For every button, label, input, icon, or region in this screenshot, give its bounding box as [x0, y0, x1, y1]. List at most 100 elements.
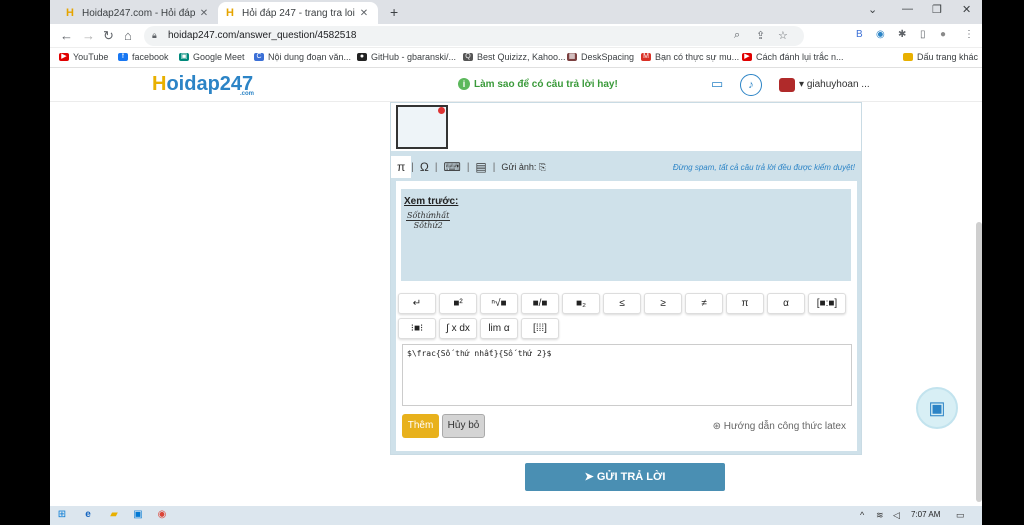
- chrome-icon[interactable]: ◉: [156, 509, 168, 521]
- edge-browser-icon[interactable]: e: [82, 509, 94, 521]
- minimize-icon[interactable]: —: [902, 3, 913, 15]
- paperclip-icon: ⎘: [538, 161, 547, 172]
- browser-toolbar: ← → ↻ ⌂ 🔒︎ hoidap247.com/answer_question…: [50, 24, 982, 48]
- latex-input[interactable]: $\frac{Số thứ nhất}{Số thứ 2}$: [402, 344, 852, 406]
- bookmark-gmail[interactable]: M Bạn có thực sự mu...: [641, 52, 739, 62]
- attached-image-thumbnail[interactable]: [396, 105, 448, 149]
- meet-icon: ▣: [179, 53, 189, 61]
- answer-editor-card: π | Ω | ⌨ | ▤ | Gửi ảnh: ⎘ Đừng spam, tấ…: [390, 102, 862, 455]
- bookmark-cach-danh-lui[interactable]: ▶ Cách đánh lụi trắc n...: [742, 52, 844, 62]
- new-tab-icon[interactable]: +: [390, 4, 398, 20]
- main-content: π | Ω | ⌨ | ▤ | Gửi ảnh: ⎘ Đừng spam, tấ…: [50, 102, 982, 507]
- user-avatar[interactable]: [779, 78, 795, 92]
- restore-icon[interactable]: ❐: [932, 3, 942, 16]
- reload-icon[interactable]: ↻: [103, 28, 114, 44]
- send-image-button[interactable]: Gửi ảnh: ⎘: [501, 162, 546, 173]
- file-explorer-icon[interactable]: ▰: [108, 509, 120, 521]
- bookmark-deskspacing[interactable]: ▦ DeskSpacing: [567, 52, 634, 62]
- bookmark-github[interactable]: ● GitHub - gbaranski/...: [357, 52, 456, 62]
- bookmark-noi-dung[interactable]: C Nội dung đoạn văn...: [254, 52, 351, 62]
- tab-label: Hoidap247.com - Hỏi đáp bài tập: [82, 7, 198, 19]
- letterbox-left: [0, 0, 50, 525]
- folder-icon: [903, 53, 913, 61]
- notification-center-icon[interactable]: ▭: [956, 510, 965, 521]
- extension-circle-icon[interactable]: ◉: [876, 29, 885, 40]
- key-subscript[interactable]: ■₂: [562, 293, 600, 314]
- bookmark-google-meet[interactable]: ▣ Google Meet: [179, 52, 245, 62]
- volume-icon[interactable]: ◁: [893, 510, 900, 521]
- guide-label: Hướng dẫn công thức latex: [723, 421, 846, 432]
- floating-helper-icon[interactable]: ▣: [916, 387, 958, 429]
- tab-search-icon[interactable]: ⌄: [868, 3, 877, 16]
- key-greater-equal[interactable]: ≥: [644, 293, 682, 314]
- share-icon[interactable]: ⇪: [756, 29, 765, 42]
- taskbar-clock[interactable]: 7:07 AM: [911, 510, 940, 519]
- math-pi-tool-icon[interactable]: π: [391, 156, 412, 178]
- key-system-brace[interactable]: [■:■]: [808, 293, 846, 314]
- deskspacing-icon: ▦: [567, 53, 577, 61]
- windows-start-icon[interactable]: ⊞: [56, 509, 68, 521]
- key-integral[interactable]: ∫ x dx: [439, 318, 477, 339]
- bookmark-star-icon[interactable]: ☆: [778, 29, 788, 42]
- facebook-icon: f: [118, 53, 128, 61]
- back-icon[interactable]: ←: [60, 28, 73, 43]
- address-bar[interactable]: 🔒︎ hoidap247.com/answer_question/4582518…: [144, 26, 804, 46]
- latex-guide-link[interactable]: ⊛ Hướng dẫn công thức latex: [713, 421, 846, 432]
- key-less-equal[interactable]: ≤: [603, 293, 641, 314]
- lock-icon[interactable]: 🔒︎: [152, 30, 157, 41]
- tray-chevron-up-icon[interactable]: ^: [860, 510, 864, 520]
- key-nth-root[interactable]: ⁿ√■: [480, 293, 518, 314]
- key-not-equal[interactable]: ≠: [685, 293, 723, 314]
- keyboard-tool-icon[interactable]: ⌨: [437, 160, 466, 174]
- chart-tool-icon[interactable]: ▤: [469, 160, 492, 174]
- profile-avatar-icon[interactable]: ●: [940, 29, 946, 40]
- letterbox-right: [982, 0, 1024, 525]
- close-tab-icon[interactable]: ✕: [198, 8, 210, 19]
- side-panel-icon[interactable]: ▯: [920, 29, 926, 40]
- remove-image-icon[interactable]: [438, 107, 445, 114]
- url-text: hoidap247.com/answer_question/4582518: [168, 30, 357, 41]
- key-pi[interactable]: π: [726, 293, 764, 314]
- bookmark-label: facebook: [132, 52, 169, 62]
- preview-fraction: Sốthứnhất Sốthứ2: [406, 211, 451, 230]
- user-menu[interactable]: ▾ giahuyhoan ...: [799, 79, 870, 90]
- key-matrix-dots[interactable]: ⁝■⁝: [398, 318, 436, 339]
- add-button[interactable]: Thêm: [402, 414, 439, 438]
- store-icon[interactable]: ▣: [132, 509, 144, 521]
- bookmark-quizizz[interactable]: Q Best Quizizz, Kahoo...: [463, 52, 566, 62]
- bookmark-facebook[interactable]: f facebook: [118, 52, 169, 62]
- extension-b-icon[interactable]: B: [856, 29, 863, 40]
- key-fraction[interactable]: ■/■: [521, 293, 559, 314]
- answer-tip-link[interactable]: i Làm sao để có câu trả lời hay!: [458, 78, 618, 90]
- extensions-puzzle-icon[interactable]: ✱: [898, 29, 906, 40]
- notification-bell-icon[interactable]: ♪: [740, 74, 762, 96]
- key-matrix[interactable]: [⁞⁞⁞]: [521, 318, 559, 339]
- chat-icon[interactable]: ▭: [711, 76, 723, 92]
- forward-icon[interactable]: →: [82, 28, 95, 43]
- github-icon: ●: [357, 53, 367, 61]
- network-icon[interactable]: ≋: [876, 510, 884, 521]
- tab-answer-page[interactable]: H Hỏi đáp 247 - trang tra loi ✕: [218, 2, 378, 24]
- browser-menu-icon[interactable]: ⋮: [964, 29, 974, 40]
- submit-answer-button[interactable]: ➤ GỬI TRẢ LỜI: [525, 463, 725, 491]
- bookmark-youtube[interactable]: ▶ YouTube: [59, 52, 108, 62]
- key-superscript[interactable]: ■²: [439, 293, 477, 314]
- omega-symbol-tool-icon[interactable]: Ω: [414, 160, 435, 174]
- close-window-icon[interactable]: ✕: [962, 3, 971, 16]
- bookmark-other-folder[interactable]: Dấu trang khác: [903, 52, 978, 62]
- username: giahuyhoan ...: [806, 79, 870, 90]
- home-icon[interactable]: ⌂: [124, 28, 132, 43]
- bookmark-label: YouTube: [73, 52, 109, 62]
- tab-hoidap-home[interactable]: H Hoidap247.com - Hỏi đáp bài tập ✕: [58, 2, 218, 24]
- zoom-icon[interactable]: ⌕: [734, 29, 740, 42]
- formula-preview: Xem trước: Sốthứnhất Sốthứ2: [401, 189, 851, 281]
- key-limit[interactable]: lim α: [480, 318, 518, 339]
- key-newline[interactable]: ↵: [398, 293, 436, 314]
- key-alpha[interactable]: α: [767, 293, 805, 314]
- submit-label: GỬI TRẢ LỜI: [596, 471, 666, 483]
- youtube-icon: ▶: [59, 53, 69, 61]
- close-tab-icon[interactable]: ✕: [358, 8, 370, 19]
- cancel-button[interactable]: Hủy bỏ: [442, 414, 485, 438]
- site-logo[interactable]: Hoidap247 .com: [152, 73, 255, 97]
- logo-suffix: .com: [240, 91, 255, 97]
